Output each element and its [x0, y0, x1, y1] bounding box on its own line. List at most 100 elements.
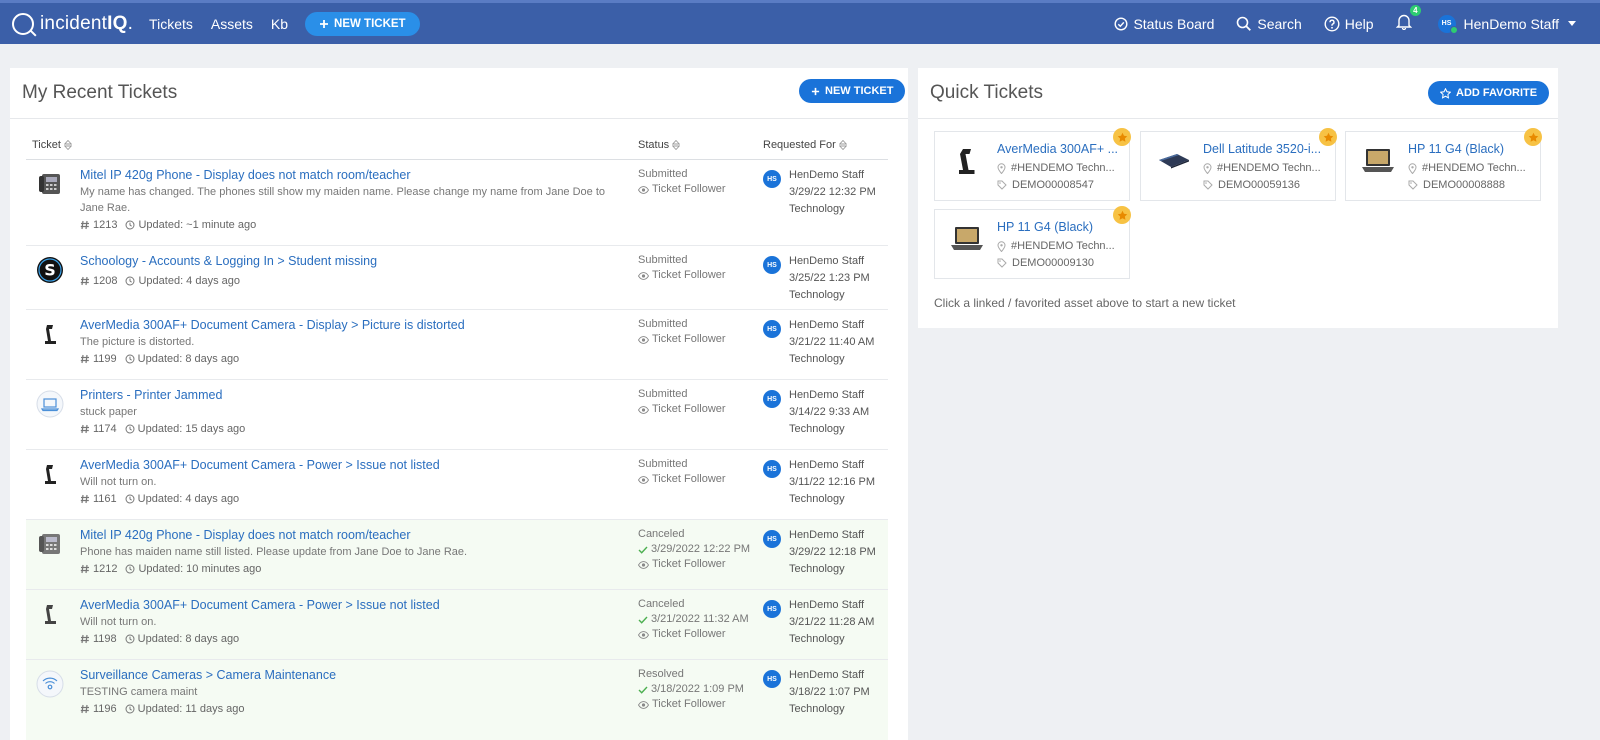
requester-department: Technology — [789, 423, 845, 435]
quick-ticket-card[interactable]: Dell Latitude 3520-i... #HENDEMO Techn..… — [1140, 128, 1337, 201]
ticket-meta: 1212 Updated: 10 minutes ago — [80, 563, 261, 575]
asset-name[interactable]: AverMedia 300AF+ ... — [997, 142, 1125, 156]
ticket-updated: Updated: 4 days ago — [137, 493, 240, 505]
column-status[interactable]: Status — [638, 139, 681, 151]
notifications-button[interactable]: 4 — [1395, 4, 1421, 35]
ticket-row[interactable]: Mitel IP 420g Phone - Display does not m… — [26, 520, 888, 590]
ticket-row[interactable]: AverMedia 300AF+ Document Camera - Power… — [26, 590, 888, 660]
wifi-camera-icon — [36, 670, 64, 698]
asset-name[interactable]: HP 11 G4 (Black) — [997, 220, 1125, 234]
ticket-title[interactable]: Printers - Printer Jammed — [80, 388, 222, 402]
ticket-title[interactable]: Schoology - Accounts & Logging In > Stud… — [80, 254, 377, 268]
favorite-star-icon[interactable] — [1113, 128, 1131, 146]
eye-icon — [638, 630, 649, 639]
document-camera-icon — [959, 149, 975, 174]
add-favorite-button[interactable]: ADD FAVORITE — [1428, 81, 1550, 105]
bell-icon — [1395, 14, 1412, 30]
check-icon — [638, 686, 648, 694]
requester-avatar: HS — [763, 320, 781, 338]
status-board-link[interactable]: Status Board — [1114, 16, 1214, 32]
column-ticket[interactable]: Ticket — [32, 139, 72, 151]
follower-label: Ticket Follower — [652, 183, 726, 195]
user-name: HenDemo Staff — [1463, 15, 1559, 32]
quick-ticket-card[interactable]: AverMedia 300AF+ ... #HENDEMO Techn... D… — [934, 128, 1131, 201]
favorite-star-icon[interactable] — [1113, 206, 1131, 224]
check-icon — [638, 546, 648, 554]
ticket-title[interactable]: Mitel IP 420g Phone - Display does not m… — [80, 168, 411, 182]
panel-divider — [918, 118, 1558, 119]
ticket-description: Will not turn on. — [80, 616, 157, 628]
ticket-description: Phone has maiden name still listed. Plea… — [80, 546, 468, 558]
nav-assets[interactable]: Assets — [211, 16, 253, 32]
quick-ticket-card[interactable]: HP 11 G4 (Black) #HENDEMO Techn... DEMO0… — [1345, 128, 1542, 201]
ticket-number: 1174 — [93, 423, 117, 435]
requester-name: HenDemo Staff — [789, 389, 865, 401]
asset-tag: DEMO00009130 — [997, 257, 1125, 269]
search-link[interactable]: Search — [1236, 15, 1302, 32]
quick-ticket-card[interactable]: HP 11 G4 (Black) #HENDEMO Techn... DEMO0… — [934, 206, 1131, 279]
search-label: Search — [1257, 15, 1302, 32]
ticket-updated: Updated: 4 days ago — [138, 275, 241, 287]
asset-tag: DEMO00059136 — [1203, 179, 1331, 191]
requested-date: 3/29/22 12:18 PM — [789, 546, 876, 558]
favorite-star-icon[interactable] — [1524, 128, 1542, 146]
tag-icon — [1203, 180, 1213, 190]
ticket-row[interactable]: Surveillance Cameras > Camera Maintenanc… — [26, 660, 888, 740]
asset-name[interactable]: HP 11 G4 (Black) — [1408, 142, 1536, 156]
ticket-description: My name has changed. The phones still sh… — [80, 186, 606, 214]
ticket-title[interactable]: Surveillance Cameras > Camera Maintenanc… — [80, 668, 336, 682]
location-pin-icon — [997, 240, 1006, 252]
new-ticket-button[interactable]: NEW TICKET — [799, 79, 906, 103]
requester-name: HenDemo Staff — [789, 529, 865, 541]
requester-department: Technology — [789, 633, 845, 645]
column-ticket-label: Ticket — [32, 139, 61, 151]
clock-icon — [125, 220, 135, 230]
star-outline-icon — [1440, 87, 1451, 99]
ticket-row[interactable]: Mitel IP 420g Phone - Display does not m… — [26, 160, 888, 246]
laptop-outline-icon — [36, 390, 64, 418]
requested-date: 3/18/22 1:07 PM — [789, 686, 870, 698]
ticket-title[interactable]: AverMedia 300AF+ Document Camera - Power… — [80, 458, 440, 472]
follower-label: Ticket Follower — [652, 403, 726, 415]
new-ticket-top-button[interactable]: NEW TICKET — [305, 11, 420, 36]
ticket-row[interactable]: S Schoology - Accounts & Logging In > St… — [26, 246, 888, 310]
nav-kb[interactable]: Kb — [271, 16, 288, 32]
column-requested-for[interactable]: Requested For — [763, 139, 847, 151]
favorite-star-icon[interactable] — [1319, 128, 1337, 146]
clock-icon — [125, 494, 135, 504]
svg-text:S: S — [44, 261, 56, 280]
follower-label: Ticket Follower — [652, 698, 726, 710]
asset-location-text: #HENDEMO Techn... — [1422, 162, 1526, 174]
asset-tag-text: DEMO00059136 — [1218, 179, 1300, 191]
incidentiq-logo[interactable]: incident IQ. — [12, 12, 133, 35]
requester-avatar: HS — [763, 600, 781, 618]
ticket-title[interactable]: AverMedia 300AF+ Document Camera - Power… — [80, 598, 440, 612]
requester-name: HenDemo Staff — [789, 599, 865, 611]
requester-name: HenDemo Staff — [789, 319, 865, 331]
requester-name: HenDemo Staff — [789, 459, 865, 471]
asset-location-text: #HENDEMO Techn... — [1011, 162, 1115, 174]
ticket-row[interactable]: AverMedia 300AF+ Document Camera - Displ… — [26, 310, 888, 380]
asset-name[interactable]: Dell Latitude 3520-i... — [1203, 142, 1331, 156]
user-menu[interactable]: HS HenDemo Staff — [1437, 14, 1576, 34]
requester-avatar: HS — [763, 170, 781, 188]
help-link[interactable]: Help — [1324, 16, 1374, 32]
ticket-meta: 1161 Updated: 4 days ago — [80, 493, 239, 505]
column-requested-label: Requested For — [763, 139, 836, 151]
ticket-title[interactable]: Mitel IP 420g Phone - Display does not m… — [80, 528, 411, 542]
ticket-number: 1199 — [93, 353, 117, 365]
follower-label: Ticket Follower — [652, 269, 726, 281]
ticket-row[interactable]: Printers - Printer Jammed stuck paper 11… — [26, 380, 888, 450]
clock-icon — [125, 276, 135, 286]
requested-for: HS HenDemo Staff 3/29/22 12:32 PM Techno… — [763, 167, 876, 218]
nav-tickets[interactable]: Tickets — [149, 16, 193, 32]
sort-icon — [838, 140, 847, 150]
location-pin-icon — [997, 162, 1006, 174]
ticket-title[interactable]: AverMedia 300AF+ Document Camera - Displ… — [80, 318, 465, 332]
document-camera-icon — [45, 605, 56, 624]
check-circle-icon — [1114, 16, 1128, 31]
ticket-row[interactable]: AverMedia 300AF+ Document Camera - Power… — [26, 450, 888, 520]
ticket-status: Submitted Ticket Follower — [638, 457, 726, 487]
notification-count-badge: 4 — [1410, 4, 1421, 16]
requested-date: 3/21/22 11:40 AM — [789, 336, 875, 348]
